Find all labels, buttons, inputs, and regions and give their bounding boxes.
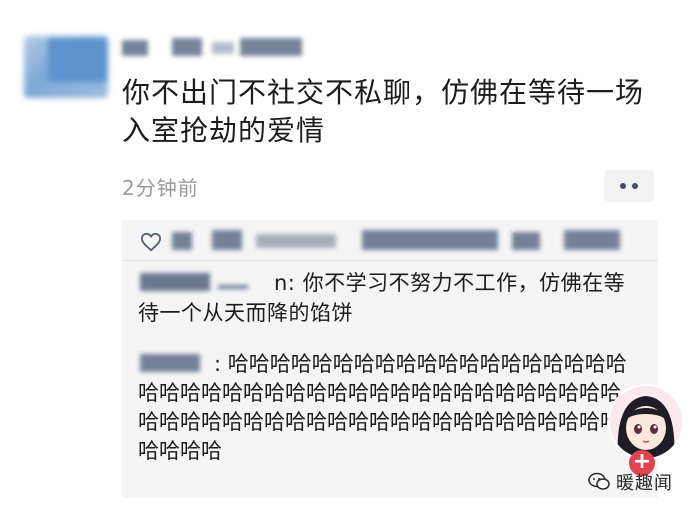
comment-author-blurred[interactable] xyxy=(138,352,214,374)
liker-names-blurred[interactable] xyxy=(172,230,652,252)
author-avatar[interactable] xyxy=(24,36,108,98)
moments-post: 你不出门不社交不私聊，仿佛在等待一场入室抢劫的爱情 2分钟前 n: 你不学习不努… xyxy=(0,0,690,509)
comment-author-suffix: n: xyxy=(274,271,296,295)
heart-icon xyxy=(140,232,162,252)
watermark: 暖趣闻 xyxy=(588,470,673,494)
more-dots-icon xyxy=(620,183,626,189)
watermark-text: 暖趣闻 xyxy=(616,473,673,494)
more-dots-icon xyxy=(632,183,638,189)
wechat-official-account-icon xyxy=(588,472,610,490)
comments-section: n: 你不学习不努力不工作，仿佛在等待一个从天而降的馅饼 : 哈哈哈哈哈哈哈哈哈… xyxy=(122,220,658,498)
more-options-button[interactable] xyxy=(604,170,654,202)
anime-girl-sticker-art xyxy=(610,386,682,458)
comment-item[interactable]: : 哈哈哈哈哈哈哈哈哈哈哈哈哈哈哈哈哈哈哈哈哈哈哈哈哈哈哈哈哈哈哈哈哈哈哈哈哈哈… xyxy=(138,350,636,466)
post-timestamp: 2分钟前 xyxy=(122,176,199,200)
comment-item[interactable]: n: 你不学习不努力不工作，仿佛在等待一个从天而降的馅饼 xyxy=(138,268,642,328)
post-text: 你不出门不社交不私聊，仿佛在等待一场入室抢劫的爱情 xyxy=(122,76,645,147)
likes-row xyxy=(122,220,658,261)
comment-author-blurred[interactable] xyxy=(138,271,274,293)
comment-author-suffix: : xyxy=(214,352,222,376)
author-name-blurred[interactable] xyxy=(122,36,302,56)
